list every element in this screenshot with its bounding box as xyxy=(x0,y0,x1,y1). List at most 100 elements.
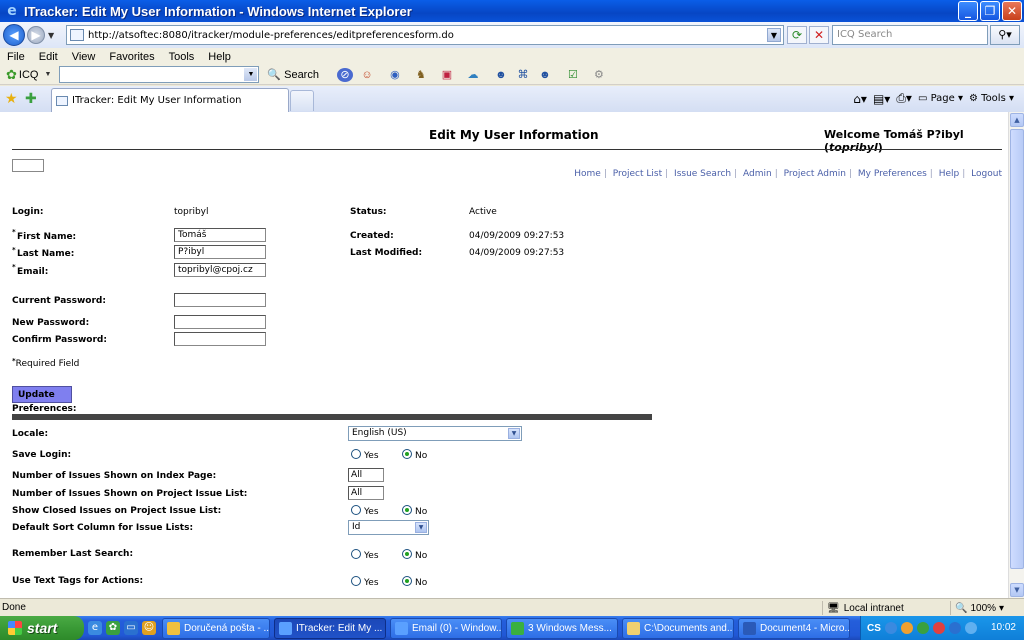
small-input[interactable] xyxy=(12,159,44,172)
volume-icon[interactable] xyxy=(964,622,977,634)
ie-quicklaunch-icon[interactable]: e xyxy=(88,621,102,635)
language-indicator[interactable]: CS xyxy=(867,623,881,634)
menu-view[interactable]: View xyxy=(65,51,103,63)
games-icon[interactable]: ♞ xyxy=(413,68,429,82)
weather-icon[interactable]: ☁ xyxy=(465,68,481,82)
sort-column-select[interactable]: Id ▼ xyxy=(348,520,429,535)
icq-quicklaunch-icon[interactable]: ✿ xyxy=(106,621,120,635)
maximize-button[interactable]: ❐ xyxy=(980,1,1000,21)
last-name-field[interactable]: P?ibyl xyxy=(174,245,266,259)
security-zone[interactable]: 🖥 Local intranet xyxy=(822,601,904,615)
add-favorite-icon[interactable]: ✚ xyxy=(25,91,37,107)
first-name-field[interactable]: Tomáš xyxy=(174,228,266,242)
home-icon[interactable]: ⌂▾ xyxy=(853,92,867,106)
chevron-down-icon[interactable]: ▼ xyxy=(508,428,520,439)
issues-index-field[interactable]: All xyxy=(348,468,384,482)
gift-icon[interactable]: ▣ xyxy=(439,68,455,82)
icq-dropdown-icon[interactable]: ▼ xyxy=(44,71,51,78)
stop-button[interactable]: ✕ xyxy=(809,26,829,44)
page-menu[interactable]: ▭ Page ▾ xyxy=(918,93,963,104)
back-button[interactable]: ◀ xyxy=(3,24,25,46)
email-field[interactable]: topribyl@cpoj.cz xyxy=(174,263,266,277)
tab-itracker[interactable]: ITracker: Edit My User Information xyxy=(51,88,289,112)
task-word[interactable]: Document4 - Micro... xyxy=(738,618,850,639)
history-dropdown-icon[interactable]: ▼ xyxy=(48,31,54,40)
refresh-button[interactable]: ⟳ xyxy=(787,26,807,44)
tray-icon[interactable] xyxy=(900,622,913,634)
tray-icon[interactable] xyxy=(916,622,929,634)
settings-icon[interactable]: ⚙ xyxy=(591,68,607,82)
scroll-down-icon[interactable]: ▼ xyxy=(1010,583,1024,597)
text-tags-no-radio[interactable] xyxy=(402,576,412,586)
nav-logout[interactable]: Logout xyxy=(971,169,1002,179)
vertical-scrollbar[interactable]: ▲ ▼ xyxy=(1008,112,1024,598)
chat-icon[interactable]: ◉ xyxy=(387,68,403,82)
scroll-up-icon[interactable]: ▲ xyxy=(1010,113,1024,127)
search-input[interactable]: ICQ Search xyxy=(832,25,988,45)
messenger-quicklaunch-icon[interactable]: ☺ xyxy=(142,621,156,635)
update-button[interactable]: Update xyxy=(12,386,72,403)
save-login-yes-radio[interactable] xyxy=(351,449,361,459)
people-icon[interactable]: ☺ xyxy=(359,68,375,82)
new-password-field[interactable] xyxy=(174,315,266,329)
feeds-icon[interactable]: ▤▾ xyxy=(873,92,890,106)
chevron-down-icon[interactable]: ▼ xyxy=(415,522,427,533)
menu-help[interactable]: Help xyxy=(201,51,238,63)
forward-button[interactable]: ▶ xyxy=(27,26,45,44)
current-password-field[interactable] xyxy=(174,293,266,307)
task-explorer[interactable]: C:\Documents and... xyxy=(622,618,734,639)
address-bar[interactable]: http://atsoftec:8080/itracker/module-pre… xyxy=(66,25,784,45)
search-go-button[interactable]: ⚲▾ xyxy=(990,25,1020,45)
show-desktop-icon[interactable]: ▭ xyxy=(124,621,138,635)
tools-menu[interactable]: ⚙ Tools ▾ xyxy=(969,93,1014,104)
icq-search-button[interactable]: 🔍 Search xyxy=(267,68,319,82)
scroll-thumb[interactable] xyxy=(1010,129,1024,569)
clock[interactable]: 10:02 xyxy=(991,622,1016,633)
print-icon[interactable]: ⎙▾ xyxy=(896,91,912,106)
show-closed-no-radio[interactable] xyxy=(402,505,412,515)
menu-tools[interactable]: Tools xyxy=(162,51,202,63)
user-icon[interactable]: ☻ xyxy=(493,68,509,82)
zoom-control[interactable]: 🔍 100% ▾ xyxy=(950,601,1004,615)
start-button[interactable]: start xyxy=(0,616,84,640)
tray-icon[interactable] xyxy=(932,622,945,634)
nav-my-preferences[interactable]: My Preferences xyxy=(858,169,927,179)
nav-project-admin[interactable]: Project Admin xyxy=(784,169,846,179)
confirm-password-field[interactable] xyxy=(174,332,266,346)
combo-dropdown-icon[interactable]: ▼ xyxy=(244,68,258,81)
minimize-button[interactable]: _ xyxy=(958,1,978,21)
remember-search-yes-radio[interactable] xyxy=(351,549,361,559)
menu-file[interactable]: File xyxy=(0,51,32,63)
address-url[interactable]: http://atsoftec:8080/itracker/module-pre… xyxy=(88,30,454,41)
locale-select[interactable]: English (US) ▼ xyxy=(348,426,522,441)
new-tab-button[interactable] xyxy=(290,90,314,111)
address-dropdown-icon[interactable]: ▼ xyxy=(767,28,781,42)
close-button[interactable]: ✕ xyxy=(1002,1,1022,21)
task-inbox[interactable]: Doručená pošta - ... xyxy=(162,618,270,639)
nav-admin[interactable]: Admin xyxy=(743,169,772,179)
icq-label[interactable]: ICQ xyxy=(19,69,39,81)
task-itracker[interactable]: ITracker: Edit My ... xyxy=(274,618,386,639)
save-login-no-radio[interactable] xyxy=(402,449,412,459)
window-titlebar[interactable]: e ITracker: Edit My User Information - W… xyxy=(0,0,1024,22)
nav-home[interactable]: Home xyxy=(574,169,601,179)
remember-search-no-radio[interactable] xyxy=(402,549,412,559)
wifi-icon[interactable] xyxy=(948,622,961,634)
block-icon[interactable]: ⊘ xyxy=(336,67,353,82)
nav-project-list[interactable]: Project List xyxy=(613,169,662,179)
contacts-icon[interactable]: ☻ xyxy=(537,68,553,82)
text-tags-yes-radio[interactable] xyxy=(351,576,361,586)
menu-edit[interactable]: Edit xyxy=(32,51,65,63)
network-icon[interactable]: ⌘ xyxy=(515,68,531,82)
issues-project-field[interactable]: All xyxy=(348,486,384,500)
chevron-down-icon[interactable]: ▾ xyxy=(999,603,1004,614)
tray-icon[interactable] xyxy=(884,622,897,634)
task-email[interactable]: Email (0) - Window... xyxy=(390,618,502,639)
task-messenger[interactable]: 3 Windows Mess... xyxy=(506,618,618,639)
icq-search-combo[interactable]: ▼ xyxy=(59,66,260,83)
nav-issue-search[interactable]: Issue Search xyxy=(674,169,731,179)
icq-flower-icon[interactable]: ✿ xyxy=(6,67,17,83)
menu-favorites[interactable]: Favorites xyxy=(102,51,161,63)
show-closed-yes-radio[interactable] xyxy=(351,505,361,515)
nav-help[interactable]: Help xyxy=(939,169,960,179)
